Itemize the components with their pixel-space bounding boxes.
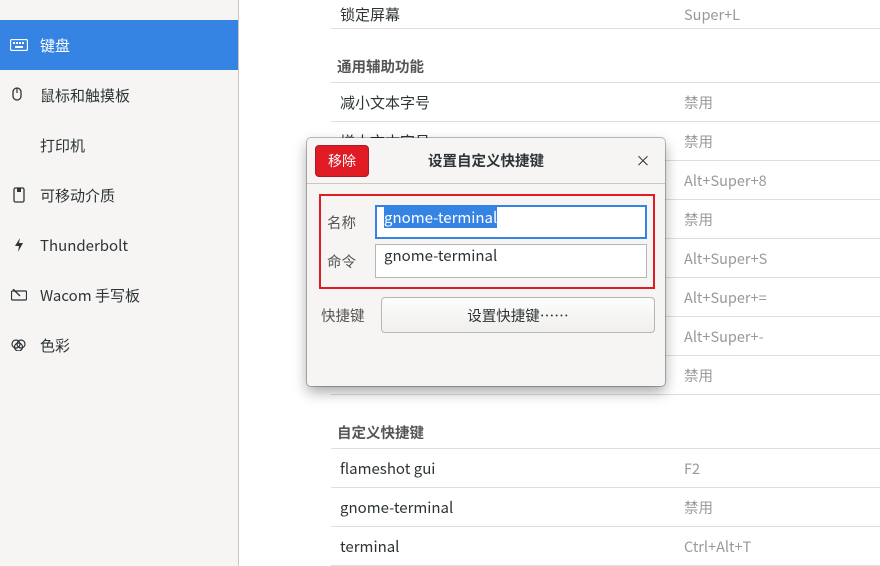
- row-value: 禁用: [684, 497, 880, 518]
- row-label: terminal: [331, 536, 684, 557]
- close-icon: ×: [635, 150, 650, 171]
- row-value: 禁用: [684, 209, 880, 230]
- row-value: Ctrl+Alt+T: [684, 536, 880, 557]
- sidebar-item-keyboard[interactable]: 键盘: [0, 20, 238, 70]
- shortcut-row[interactable]: flameshot gui F2: [331, 449, 880, 488]
- mouse-icon: [10, 86, 28, 104]
- sidebar-item-label: Thunderbolt: [40, 235, 128, 256]
- row-value: Alt+Super+S: [684, 248, 880, 269]
- sidebar-item-printers[interactable]: 打印机: [0, 120, 238, 170]
- row-label: flameshot gui: [331, 458, 684, 479]
- row-label: gnome-terminal: [331, 497, 684, 518]
- sidebar-item-label: 打印机: [40, 135, 85, 156]
- shortcut-row[interactable]: 锁定屏幕 Super+L: [331, 0, 880, 29]
- sidebar-item-thunderbolt[interactable]: Thunderbolt: [0, 220, 238, 270]
- name-input[interactable]: gnome-terminal: [375, 205, 647, 239]
- set-shortcut-button[interactable]: 设置快捷键……: [381, 297, 655, 333]
- remove-button[interactable]: 移除: [315, 145, 369, 177]
- sidebar-item-label: 可移动介质: [40, 185, 115, 206]
- sidebar: 键盘 鼠标和触摸板 打印机 可移动介质 Thunderbolt: [0, 0, 239, 566]
- tablet-icon: [10, 286, 28, 304]
- drive-icon: [10, 186, 28, 204]
- row-label: 减小文本字号: [331, 92, 684, 113]
- section-header-accessibility: 通用辅助功能: [331, 29, 880, 83]
- row-value: 禁用: [684, 365, 880, 386]
- sidebar-item-mouse[interactable]: 鼠标和触摸板: [0, 70, 238, 120]
- dialog-titlebar: 移除 设置自定义快捷键 ×: [307, 138, 665, 184]
- sidebar-item-label: 鼠标和触摸板: [40, 85, 130, 106]
- row-value: F2: [684, 458, 880, 479]
- sidebar-item-label: 键盘: [40, 35, 70, 56]
- keyboard-icon: [10, 36, 28, 54]
- command-input-value: gnome-terminal: [384, 245, 497, 266]
- row-value: Alt+Super+-: [684, 326, 880, 347]
- custom-shortcut-dialog: 移除 设置自定义快捷键 × 名称 gnome-terminal 命令: [307, 138, 665, 386]
- name-label: 名称: [327, 212, 363, 233]
- row-value: 禁用: [684, 131, 880, 152]
- name-input-value: gnome-terminal: [384, 207, 497, 228]
- row-value: 禁用: [684, 92, 880, 113]
- close-button[interactable]: ×: [631, 148, 655, 172]
- highlight-annotation: 名称 gnome-terminal 命令 gnome-terminal: [319, 194, 655, 289]
- command-label: 命令: [327, 251, 363, 272]
- printer-icon: [10, 136, 28, 154]
- row-value: Super+L: [684, 4, 880, 25]
- sidebar-item-label: 色彩: [40, 335, 70, 356]
- shortcut-label: 快捷键: [321, 305, 369, 326]
- row-label: 锁定屏幕: [331, 4, 684, 25]
- row-value: Alt+Super+=: [684, 287, 880, 308]
- sidebar-item-color[interactable]: 色彩: [0, 320, 238, 370]
- shortcut-row[interactable]: 减小文本字号 禁用: [331, 83, 880, 122]
- section-header-custom: 自定义快捷键: [331, 395, 880, 449]
- color-icon: [10, 336, 28, 354]
- sidebar-item-wacom[interactable]: Wacom 手写板: [0, 270, 238, 320]
- shortcut-row[interactable]: terminal Ctrl+Alt+T: [331, 527, 880, 566]
- shortcut-row[interactable]: gnome-terminal 禁用: [331, 488, 880, 527]
- sidebar-item-label: Wacom 手写板: [40, 285, 140, 306]
- row-value: Alt+Super+8: [684, 170, 880, 191]
- sidebar-item-removable-media[interactable]: 可移动介质: [0, 170, 238, 220]
- command-input[interactable]: gnome-terminal: [375, 244, 647, 278]
- bolt-icon: [10, 236, 28, 254]
